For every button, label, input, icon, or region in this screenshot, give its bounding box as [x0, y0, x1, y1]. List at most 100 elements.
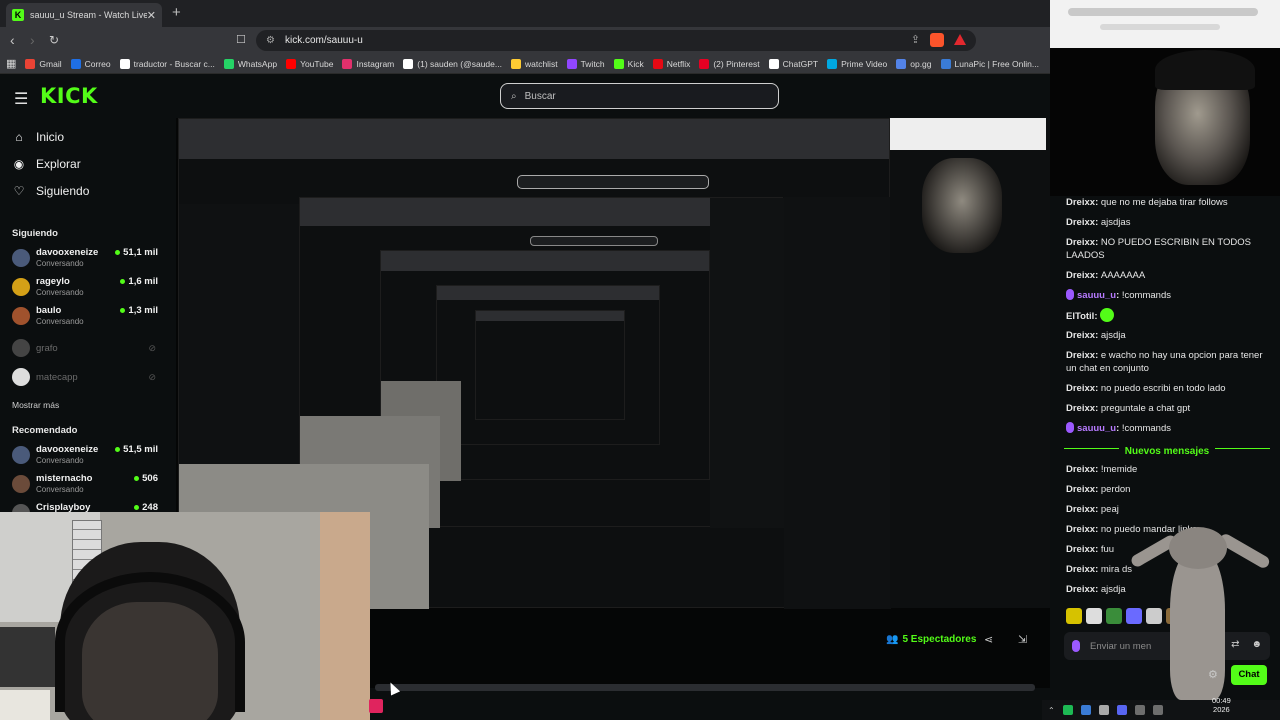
bookmark-item[interactable]: traductor - Buscar c...: [119, 58, 215, 69]
capture-search-bar: [530, 236, 658, 246]
bookmark-item[interactable]: WhatsApp: [223, 58, 278, 69]
channel-name: baulo: [36, 305, 62, 316]
tray-app-icon[interactable]: [1098, 705, 1109, 715]
chat-send-button[interactable]: Chat: [1231, 665, 1267, 685]
recommended-channel-misternacho[interactable]: misternacho Conversando 506: [12, 473, 162, 499]
sidebar-item-inicio[interactable]: ⌂ Inicio: [12, 130, 64, 144]
recursive-capture-frame: [436, 285, 660, 445]
bookmark-item[interactable]: Gmail: [25, 58, 62, 69]
theater-mode-icon[interactable]: ⇲: [1018, 633, 1027, 646]
close-tab-icon[interactable]: ✕: [147, 9, 156, 22]
capture-browser-chrome: [476, 311, 624, 321]
bookmark-label: Twitch: [580, 58, 605, 69]
search-icon: ⌕: [511, 90, 517, 102]
kick-logo[interactable]: KICK: [40, 84, 98, 108]
camera-top-bar: [1050, 0, 1280, 48]
webcam-wall: [320, 512, 370, 720]
bookmark-label: Instagram: [356, 58, 395, 69]
sidebar-item-siguiendo[interactable]: ♡ Siguiendo: [12, 184, 90, 198]
viewer-count: 51,5 mil: [115, 444, 158, 455]
bookmark-item[interactable]: Correo: [70, 58, 111, 69]
chevron-up-icon[interactable]: ⌃: [1048, 706, 1055, 715]
bookmark-favicon-icon: [940, 58, 951, 69]
bookmark-favicon-icon: [510, 58, 521, 69]
new-tab-icon[interactable]: +: [172, 4, 181, 21]
taskbar-app-icon[interactable]: [369, 699, 383, 713]
share-icon[interactable]: ⇪: [911, 33, 920, 47]
bookmark-item[interactable]: Instagram: [342, 58, 395, 69]
reload-icon[interactable]: ↻: [49, 33, 59, 47]
sidebar: ⌂ Inicio ◉ Explorar ♡ Siguiendo Siguiend…: [0, 118, 176, 522]
bookmark-label: LunaPic | Free Onlin...: [954, 58, 1039, 69]
bookmark-item[interactable]: Netflix: [652, 58, 691, 69]
live-dot-icon: [134, 504, 140, 510]
emote-icon[interactable]: [1066, 608, 1082, 624]
camera-hair: [1155, 50, 1255, 90]
tray-app-icon[interactable]: [1080, 705, 1091, 715]
following-channel-baulo[interactable]: baulo Conversando 1,3 mil: [12, 305, 162, 331]
sidebar-item-label: Explorar: [36, 157, 81, 171]
discord-icon[interactable]: [1116, 705, 1127, 715]
following-channel-rageylo[interactable]: rageylo Conversando 1,6 mil: [12, 276, 162, 302]
forward-icon[interactable]: ›: [30, 32, 35, 48]
channel-category: Conversando: [36, 317, 84, 326]
emote-icon[interactable]: [1106, 608, 1122, 624]
bookmark-label: ChatGPT: [782, 58, 819, 69]
bookmark-label: Prime Video: [841, 58, 888, 69]
bookmark-favicon-icon: [566, 58, 577, 69]
bookmark-item[interactable]: op.gg: [896, 58, 932, 69]
following-channel-matecapp[interactable]: matecapp ⊘: [12, 366, 162, 392]
bookmark-item[interactable]: (1) sauden (@saude...: [403, 58, 502, 69]
search-input[interactable]: ⌕ Buscar: [500, 83, 779, 109]
wifi-icon[interactable]: [1134, 705, 1145, 715]
bookmark-label: Kick: [627, 58, 644, 69]
share-icon[interactable]: ⋖: [984, 633, 993, 646]
bookmark-label: Netflix: [666, 58, 691, 69]
menu-icon[interactable]: ☰: [14, 89, 28, 109]
bookmark-item[interactable]: YouTube: [286, 58, 333, 69]
spotify-icon[interactable]: [1062, 705, 1073, 715]
taskbar-clock[interactable]: 00:49 2026: [1212, 696, 1231, 714]
secondary-camera: [1050, 0, 1280, 196]
emote-icon[interactable]: [1086, 608, 1102, 624]
browser-tab[interactable]: K sauuu_u Stream - Watch Live ✕: [6, 3, 162, 27]
bookmark-item[interactable]: ChatGPT: [768, 58, 819, 69]
bookmark-item[interactable]: Twitch: [566, 58, 605, 69]
brave-shield-icon[interactable]: [930, 33, 944, 47]
bookmark-item[interactable]: Kick: [613, 58, 644, 69]
horizontal-scrollbar[interactable]: [375, 684, 1035, 691]
capture-search-bar: [517, 175, 709, 189]
following-channel-davooxeneize[interactable]: davooxeneize Conversando 51,1 mil: [12, 247, 162, 273]
apps-grid-icon[interactable]: ▦: [6, 57, 16, 70]
sidebar-item-explorar[interactable]: ◉ Explorar: [12, 157, 81, 171]
recommended-header: Recomendado: [12, 425, 78, 436]
bookmark-item[interactable]: LunaPic | Free Onlin...: [940, 58, 1039, 69]
people-icon: 👥: [886, 634, 899, 645]
chat-settings-icon[interactable]: ⚙: [1208, 668, 1218, 681]
channel-category: Conversando: [36, 259, 84, 268]
following-channel-grafo[interactable]: grafo ⊘: [12, 337, 162, 363]
viewer-count: 51,1 mil: [115, 247, 158, 258]
address-bar[interactable]: ⚙ kick.com/sauuu-u ⇪: [256, 30, 976, 51]
back-icon[interactable]: ‹: [10, 32, 15, 48]
live-dot-icon: [120, 307, 126, 313]
following-header: Siguiendo: [12, 228, 58, 239]
volume-icon[interactable]: [1152, 705, 1163, 715]
blurred-bar: [1100, 24, 1220, 30]
bookmark-label: WhatsApp: [237, 58, 278, 69]
bookmark-item[interactable]: Prime Video: [827, 58, 888, 69]
bookmark-item[interactable]: (2) Pinterest: [699, 58, 760, 69]
show-more-link[interactable]: Mostrar más: [12, 400, 59, 410]
bookmark-icon[interactable]: ☐: [236, 33, 246, 46]
recommended-channel-davooxeneize[interactable]: davooxeneize Conversando 51,5 mil: [12, 444, 162, 470]
live-dot-icon: [115, 249, 121, 255]
bookmark-item[interactable]: watchlist: [510, 58, 558, 69]
brave-rewards-icon[interactable]: [954, 34, 966, 45]
browser-tab-strip: K sauuu_u Stream - Watch Live ✕ +: [0, 0, 1050, 27]
bookmark-label: (1) sauden (@saude...: [417, 58, 502, 69]
site-info-icon[interactable]: ⚙: [266, 35, 275, 46]
chat-message: Dreixx: que no me dejaba tirar follows: [1066, 197, 1228, 208]
chat-message: Dreixx: AAAAAAA: [1066, 270, 1146, 281]
streamer-webcam: [0, 512, 370, 720]
tab-title: sauuu_u Stream - Watch Live: [30, 10, 147, 20]
